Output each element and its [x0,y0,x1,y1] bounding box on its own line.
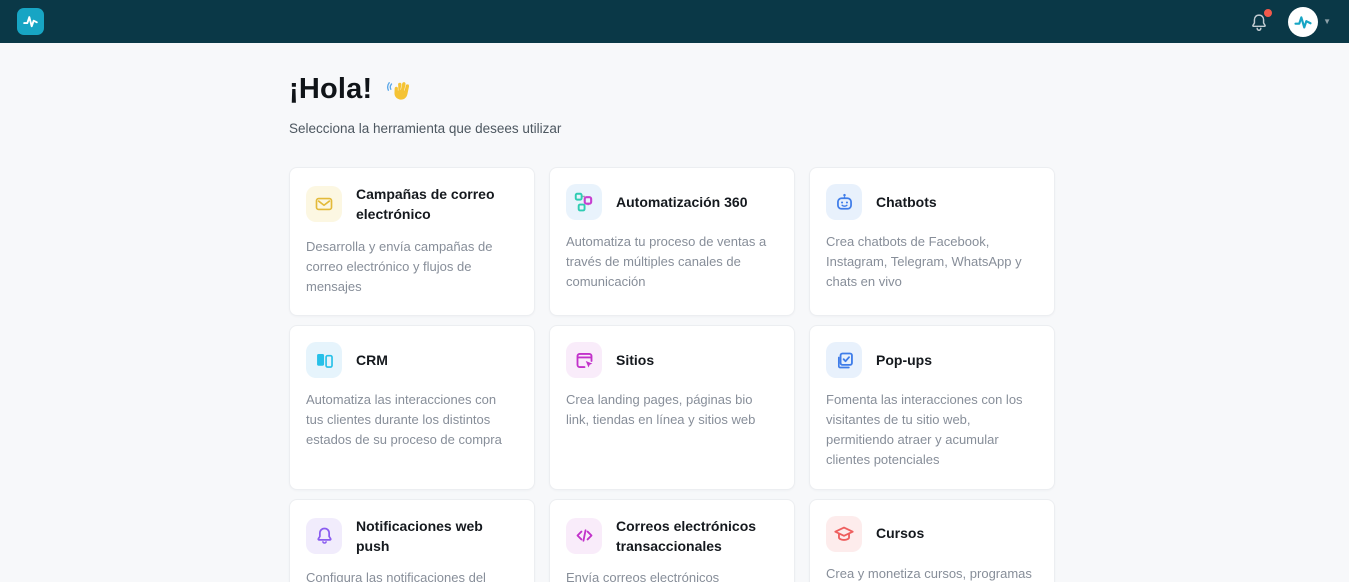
card-title: Cursos [876,523,924,543]
tool-card-crm[interactable]: CRM Automatiza las interacciones con tus… [289,325,535,490]
crm-kanban-icon [306,342,342,378]
tool-card-email-campaigns[interactable]: Campañas de correo electrónico Desarroll… [289,167,535,316]
tool-card-sites[interactable]: Sitios Crea landing pages, páginas bio l… [549,325,795,490]
tool-card-popups[interactable]: Pop-ups Fomenta las interacciones con lo… [809,325,1055,490]
card-description: Configura las notificaciones del navegad… [306,568,516,582]
tool-card-courses[interactable]: Cursos Crea y monetiza cursos, programas… [809,499,1055,582]
automation-flow-icon [566,184,602,220]
graduation-cap-icon [826,516,862,552]
card-title: Pop-ups [876,350,932,370]
tool-card-transactional-emails[interactable]: Correos electrónicos transaccionales Env… [549,499,795,582]
sendpulse-logo[interactable] [17,8,44,35]
card-title: Automatización 360 [616,192,747,212]
card-title: Correos electrónicos transaccionales [616,516,776,557]
card-title: Campañas de correo electrónico [356,184,516,225]
popup-check-icon [826,342,862,378]
tool-card-chatbots[interactable]: Chatbots Crea chatbots de Facebook, Inst… [809,167,1055,316]
card-title: Sitios [616,350,654,370]
user-avatar-pulse-logo [1293,12,1313,32]
waving-hand-emoji [386,76,413,103]
code-brackets-icon [566,518,602,554]
chatbot-robot-icon [826,184,862,220]
notification-badge [1264,9,1272,17]
account-menu[interactable]: ▼ [1288,7,1331,37]
card-description: Fomenta las interacciones con los visita… [826,390,1036,471]
envelope-icon [306,186,342,222]
notifications-button[interactable] [1248,11,1270,33]
tool-card-automation-360[interactable]: Automatización 360 Automatiza tu proceso… [549,167,795,316]
card-description: Crea y monetiza cursos, programas de cap… [826,564,1036,582]
page-title: ¡Hola! [289,73,372,106]
card-title: Notificaciones web push [356,516,516,557]
browser-cursor-icon [566,342,602,378]
tool-card-web-push[interactable]: Notificaciones web push Configura las no… [289,499,535,582]
push-bell-icon [306,518,342,554]
card-description: Crea landing pages, páginas bio link, ti… [566,390,776,430]
sendpulse-pulse-icon [21,12,40,31]
chevron-down-icon: ▼ [1323,18,1331,26]
card-description: Automatiza las interacciones con tus cli… [306,390,516,450]
main-content: ¡Hola! Selecciona la herramienta que des… [0,43,1055,582]
card-description: Envía correos electrónicos mediante un s… [566,568,776,582]
page-subtitle: Selecciona la herramienta que desees uti… [289,121,1055,136]
avatar [1288,7,1318,37]
card-title: Chatbots [876,192,937,212]
tools-grid: Campañas de correo electrónico Desarroll… [289,167,1055,582]
card-title: CRM [356,350,388,370]
card-description: Automatiza tu proceso de ventas a través… [566,232,776,292]
card-description: Crea chatbots de Facebook, Instagram, Te… [826,232,1036,292]
card-description: Desarrolla y envía campañas de correo el… [306,237,516,297]
top-navigation-bar: ▼ [0,0,1349,43]
